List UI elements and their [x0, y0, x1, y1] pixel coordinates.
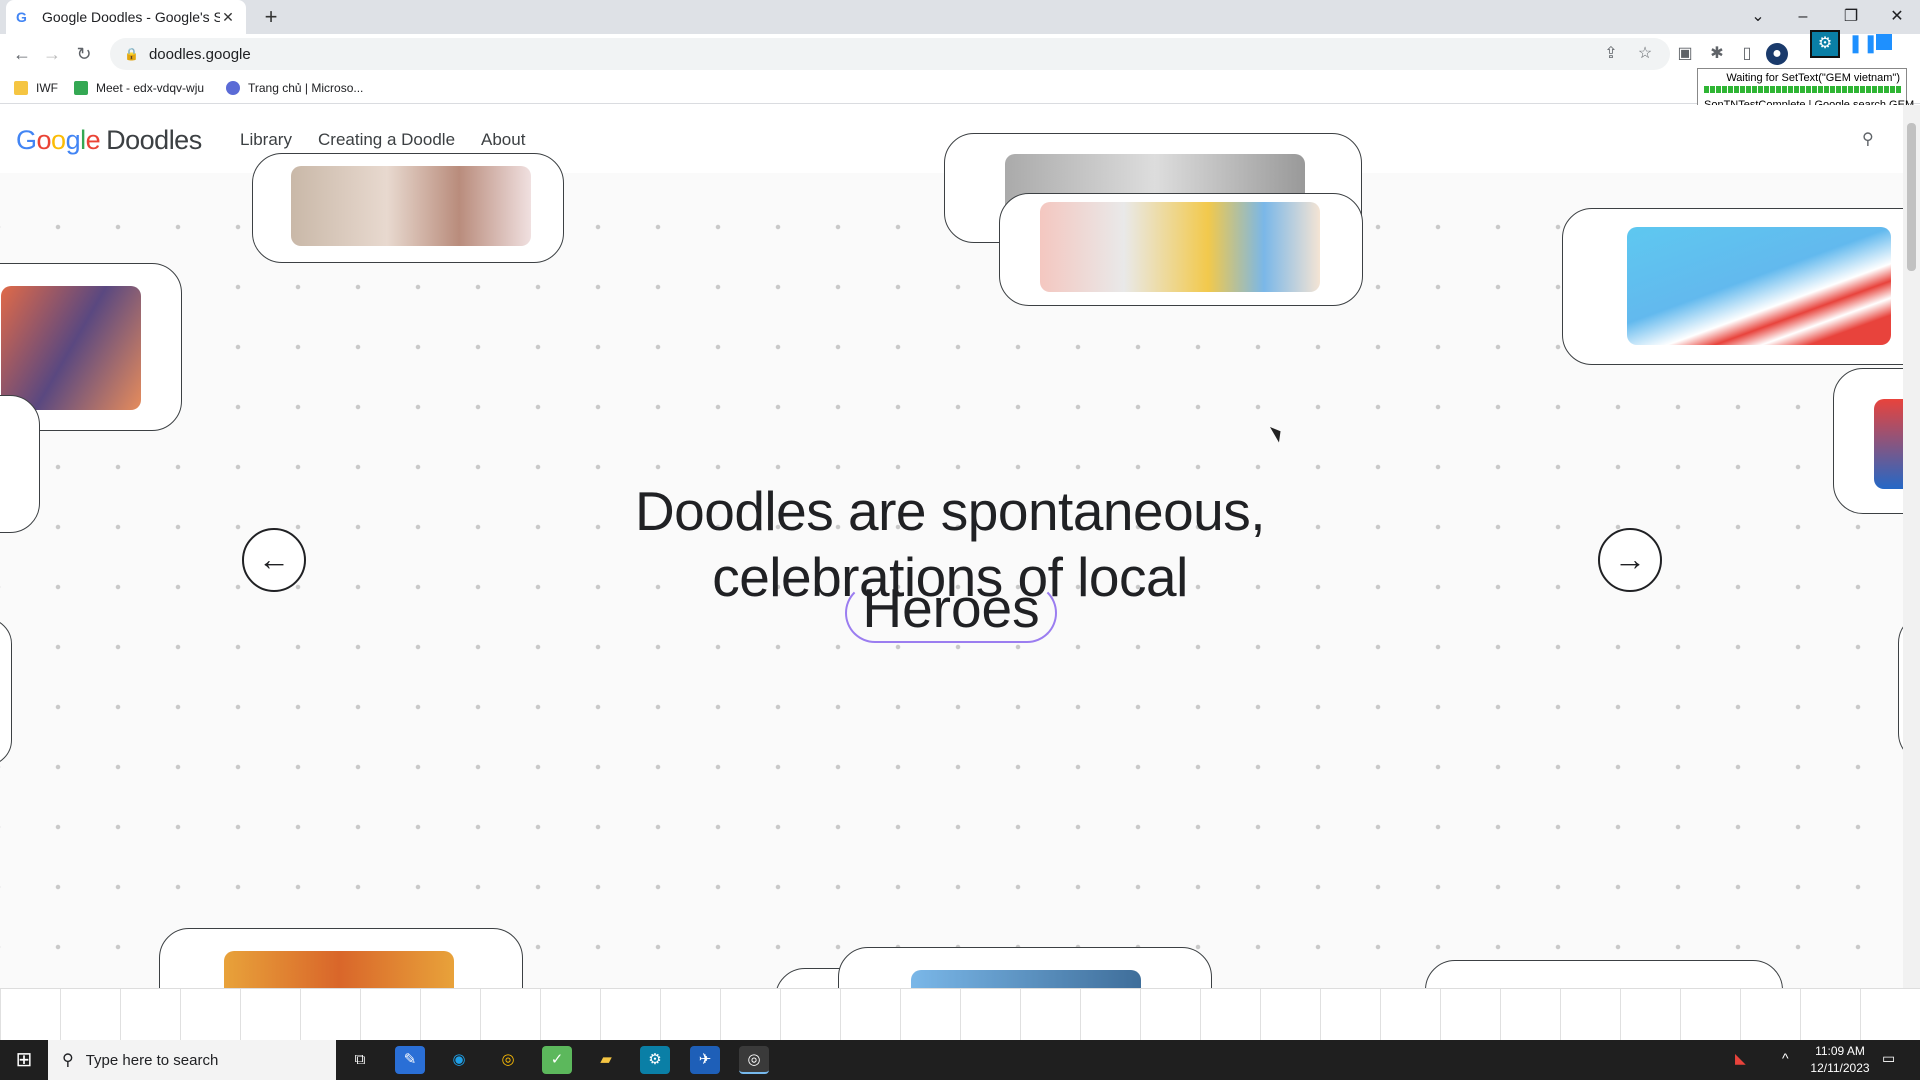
- share-icon[interactable]: ⇪: [1600, 43, 1622, 65]
- tab-title: Google Doodles - Google's Sear: [42, 9, 220, 25]
- browser-toolbar: ← → ↻ 🔒 doodles.google ⇪ ☆ ▣ ✱ ▯ ●: [0, 34, 1920, 74]
- task-view-icon[interactable]: ⧉: [345, 1046, 375, 1074]
- stop-icon[interactable]: [1876, 34, 1892, 50]
- side-panel-icon[interactable]: ▯: [1736, 43, 1758, 65]
- bookmark-trang-chu[interactable]: Trang chủ | Microso...: [226, 81, 363, 95]
- windows-taskbar: ⊞ ⚲ Type here to search ⧉ ✎ ◉ ◎ ✓ ▰ ⚙ ✈ …: [0, 1040, 1920, 1080]
- logo-letter: G: [16, 125, 37, 155]
- taskbar-search-placeholder: Type here to search: [85, 1051, 219, 1069]
- edge-icon[interactable]: ◉: [444, 1046, 474, 1074]
- previous-arrow-button[interactable]: ←: [242, 528, 306, 592]
- testcomplete-app-icon[interactable]: ✓: [542, 1046, 572, 1074]
- nav-library[interactable]: Library: [240, 130, 292, 150]
- windows-start-icon[interactable]: ⊞: [0, 1040, 48, 1080]
- doodle-image: [224, 951, 454, 988]
- doodle-card[interactable]: [1562, 208, 1920, 365]
- tab-google-doodles[interactable]: G Google Doodles - Google's Sear ✕: [6, 0, 246, 34]
- bookmark-label: IWF: [36, 81, 58, 95]
- doodle-card[interactable]: [0, 618, 12, 766]
- doodle-card[interactable]: [159, 928, 523, 988]
- doodle-image: [911, 970, 1141, 988]
- doodle-card[interactable]: [1425, 960, 1783, 988]
- microsoft-icon: [226, 81, 240, 95]
- doodle-card[interactable]: [999, 193, 1363, 306]
- bookmark-label: Meet - edx-vdqv-wju: [96, 81, 205, 95]
- doodle-image: [1, 286, 141, 410]
- minimize-button[interactable]: –: [1790, 4, 1816, 30]
- restore-button[interactable]: ❐: [1838, 4, 1864, 30]
- page-content: Google Doodles Library Creating a Doodle …: [0, 105, 1920, 988]
- logo-letter: o: [51, 125, 66, 155]
- meet-icon: [74, 81, 88, 95]
- bottom-strip: [0, 988, 1920, 1040]
- bookmark-label: Trang chủ | Microso...: [248, 81, 364, 95]
- doodle-card[interactable]: [252, 153, 564, 263]
- headline-highlight-word: Heroes: [862, 577, 1040, 639]
- close-window-button[interactable]: ✕: [1884, 4, 1910, 30]
- extensions-puzzle-icon[interactable]: ✱: [1706, 43, 1728, 65]
- bookmark-star-icon[interactable]: ☆: [1634, 43, 1656, 65]
- bookmark-iwf[interactable]: IWF: [14, 81, 58, 95]
- folder-icon: [14, 81, 28, 95]
- search-icon: ⚲: [62, 1052, 74, 1069]
- doodle-image: [1627, 227, 1891, 345]
- doodle-carousel: Doodles are spontaneous, celebrations of…: [0, 133, 1920, 988]
- testcomplete-icon[interactable]: ⚙: [1810, 30, 1840, 58]
- logo-letter: o: [36, 125, 52, 155]
- tab-close-icon[interactable]: ✕: [220, 9, 236, 26]
- logo-letter: e: [85, 125, 101, 155]
- clock-time: 11:09 AM: [1815, 1044, 1865, 1058]
- nav-creating-a-doodle[interactable]: Creating a Doodle: [318, 130, 455, 150]
- tray-app-icon[interactable]: ◣: [1735, 1050, 1746, 1067]
- vertical-scrollbar[interactable]: [1903, 105, 1920, 988]
- lock-icon: 🔒: [124, 47, 139, 61]
- address-url: doodles.google: [148, 45, 251, 63]
- pause-icon[interactable]: ❚❚: [1848, 32, 1878, 54]
- scrollbar-thumb[interactable]: [1907, 123, 1916, 271]
- next-arrow-button[interactable]: →: [1598, 528, 1662, 592]
- mouse-cursor-icon: [1269, 423, 1286, 443]
- testcomplete-runner-icon[interactable]: ⚙: [640, 1046, 670, 1074]
- doodle-image: [1040, 202, 1320, 292]
- chrome-icon[interactable]: ◎: [493, 1046, 523, 1074]
- nav-about[interactable]: About: [481, 130, 525, 150]
- logo-letter: g: [65, 125, 81, 155]
- doodle-image: [291, 166, 531, 246]
- google-favicon-icon: G: [16, 9, 27, 25]
- logo-suffix: Doodles: [106, 125, 202, 155]
- chrome-active-icon[interactable]: ◎: [739, 1046, 769, 1074]
- forward-arrow-icon[interactable]: →: [40, 42, 64, 66]
- tab-search-chevron-icon[interactable]: ⌄: [1745, 4, 1771, 30]
- search-icon[interactable]: ⚲: [1862, 129, 1874, 149]
- profile-avatar[interactable]: ●: [1766, 43, 1788, 65]
- clock-date: 12/11/2023: [1810, 1061, 1870, 1075]
- taskbar-search-box[interactable]: ⚲ Type here to search: [48, 1040, 336, 1080]
- translate-extension-icon[interactable]: ▣: [1674, 43, 1696, 65]
- address-bar[interactable]: 🔒 doodles.google: [110, 38, 1670, 70]
- notifications-icon[interactable]: ▭: [1882, 1050, 1895, 1067]
- file-explorer-icon[interactable]: ▰: [591, 1046, 621, 1074]
- reload-icon[interactable]: ↻: [72, 42, 96, 66]
- google-doodles-logo[interactable]: Google Doodles: [16, 125, 202, 156]
- bookmark-meet[interactable]: Meet - edx-vdqv-wju: [74, 81, 204, 95]
- app-icon[interactable]: ✎: [395, 1046, 425, 1074]
- back-arrow-icon[interactable]: ←: [10, 42, 34, 66]
- app-icon[interactable]: ✈: [690, 1046, 720, 1074]
- status-text: Waiting for SetText("GEM vietnam"): [1726, 72, 1900, 84]
- browser-tab-strip: G Google Doodles - Google's Sear ✕ + ⌄ –…: [0, 0, 1920, 34]
- new-tab-button[interactable]: +: [258, 4, 284, 30]
- progress-bar: [1704, 86, 1902, 93]
- doodle-card[interactable]: [838, 947, 1212, 988]
- tray-chevron-icon[interactable]: ^: [1782, 1050, 1789, 1066]
- taskbar-clock[interactable]: 11:09 AM 12/11/2023: [1800, 1043, 1880, 1077]
- bookmarks-bar: IWF Meet - edx-vdqv-wju Trang chủ | Micr…: [0, 74, 1920, 104]
